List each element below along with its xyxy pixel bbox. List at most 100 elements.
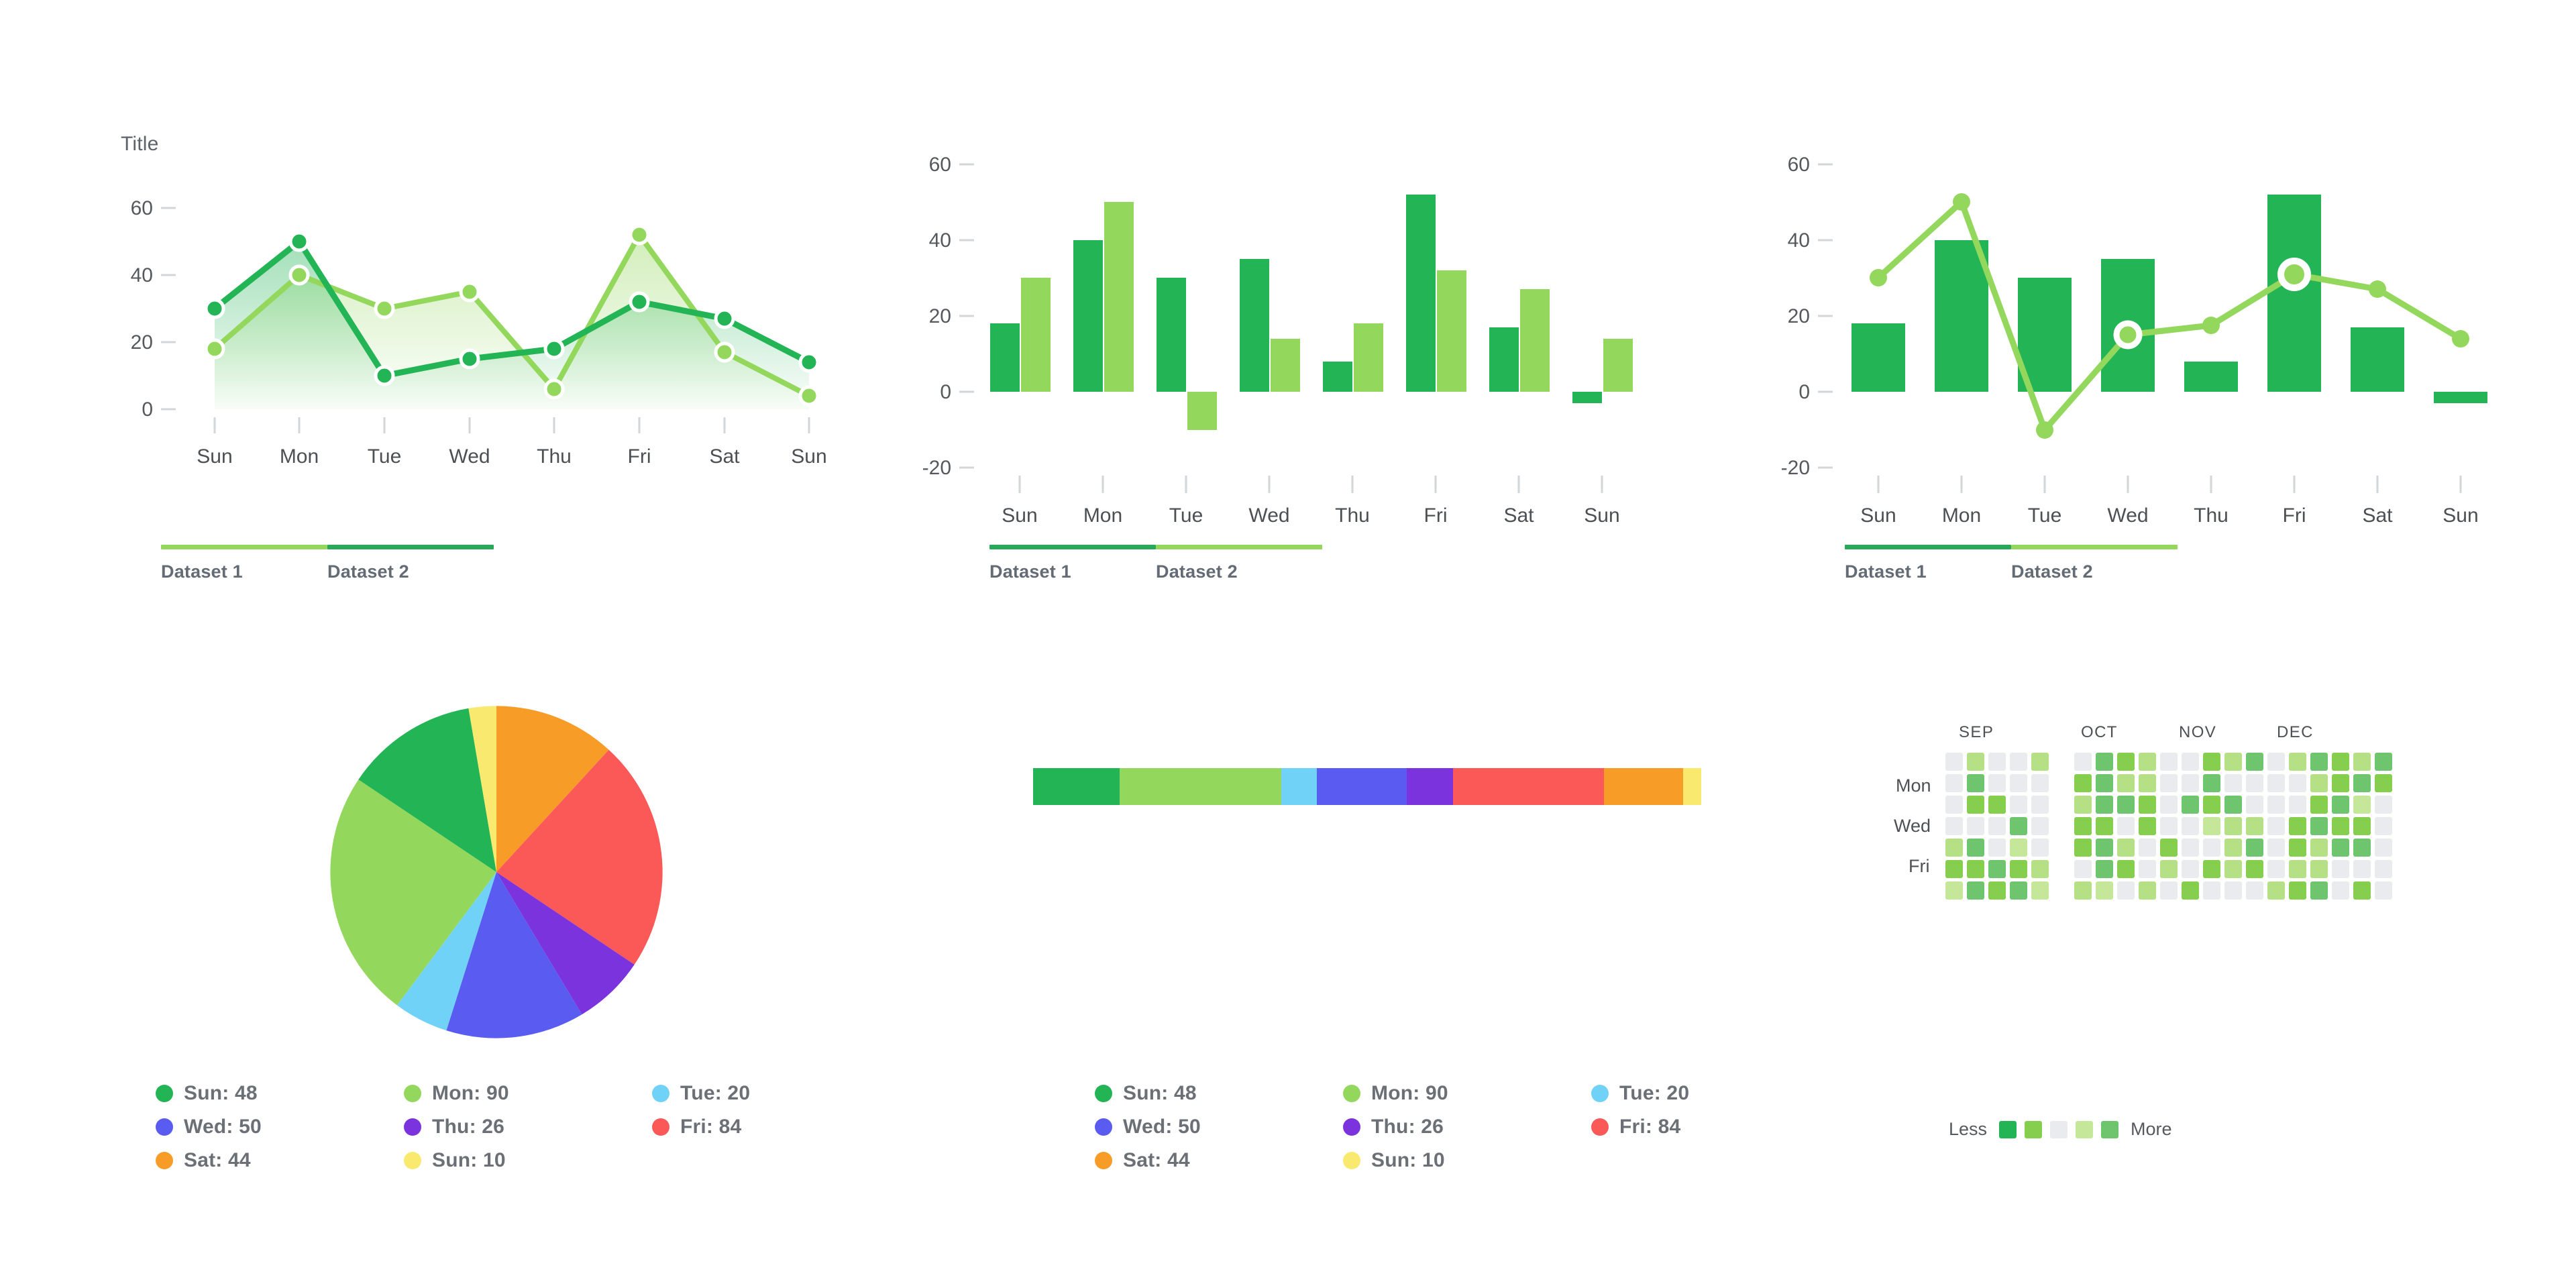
heatmap-cell[interactable]	[2203, 753, 2220, 771]
heatmap-cell[interactable]	[2246, 817, 2263, 835]
legend-swatch-dataset2[interactable]	[327, 545, 494, 549]
legend-label-dataset1[interactable]: Dataset 1	[161, 561, 327, 582]
heatmap-cell[interactable]	[2010, 839, 2027, 857]
stack-segment-fri-84[interactable]	[1453, 768, 1605, 805]
heatmap-cell[interactable]	[1988, 796, 2006, 814]
stack-segment-sun-48[interactable]	[1033, 768, 1120, 805]
heatmap-cell[interactable]	[2139, 817, 2156, 835]
legend-label-dataset2[interactable]: Dataset 2	[1156, 561, 1322, 582]
heatmap-cell[interactable]	[2353, 860, 2371, 878]
heatmap-cell[interactable]	[2096, 839, 2113, 857]
heatmap-cell[interactable]	[2010, 860, 2027, 878]
heatmap-cell[interactable]	[2031, 817, 2049, 835]
heatmap-cell[interactable]	[2160, 839, 2178, 857]
heatmap-cell[interactable]	[2053, 753, 2070, 771]
heatmap-cell[interactable]	[2053, 774, 2070, 792]
heatmap-cell[interactable]	[2182, 881, 2199, 900]
heatmap-cell[interactable]	[2139, 774, 2156, 792]
heatmap-cell[interactable]	[2053, 881, 2070, 900]
heatmap-cell[interactable]	[2267, 774, 2285, 792]
legend-label-dataset1[interactable]: Dataset 1	[1845, 561, 2011, 582]
heatmap-cell[interactable]	[2053, 817, 2070, 835]
heatmap-cell[interactable]	[2246, 774, 2263, 792]
heatmap-cell[interactable]	[1967, 774, 1984, 792]
heatmap-cell[interactable]	[2117, 796, 2135, 814]
heatmap-cell[interactable]	[2031, 860, 2049, 878]
heatmap-cell[interactable]	[2203, 881, 2220, 900]
legend-item-wed-50[interactable]: Wed: 50	[156, 1110, 404, 1144]
heatmap-cell[interactable]	[2182, 860, 2199, 878]
heatmap-cell[interactable]	[2224, 881, 2242, 900]
heatmap-cell[interactable]	[2353, 881, 2371, 900]
heatmap-cell[interactable]	[2010, 753, 2027, 771]
stack-segment-wed-50[interactable]	[1317, 768, 1407, 805]
heatmap-cell[interactable]	[1945, 753, 1963, 771]
heatmap-cell[interactable]	[2353, 753, 2371, 771]
heatmap-cell[interactable]	[2139, 796, 2156, 814]
heatmap-cell[interactable]	[2139, 839, 2156, 857]
heatmap-cell[interactable]	[2332, 860, 2349, 878]
legend-item-thu-26[interactable]: Thu: 26	[404, 1110, 652, 1144]
heatmap-cell[interactable]	[2332, 817, 2349, 835]
heatmap-cell[interactable]	[2375, 753, 2392, 771]
heatmap-cell[interactable]	[2224, 839, 2242, 857]
heatmap-cell[interactable]	[1945, 881, 1963, 900]
heatmap-cell[interactable]	[2117, 817, 2135, 835]
stack-segment-thu-26[interactable]	[1406, 768, 1454, 805]
heatmap-cell[interactable]	[2332, 881, 2349, 900]
heatmap-cell[interactable]	[2267, 881, 2285, 900]
heatmap-cell[interactable]	[2074, 753, 2092, 771]
heatmap-cell[interactable]	[2182, 796, 2199, 814]
heatmap-cell[interactable]	[2096, 881, 2113, 900]
heatmap-cell[interactable]	[2182, 817, 2199, 835]
heatmap-cell[interactable]	[2203, 774, 2220, 792]
heatmap-cell[interactable]	[2310, 817, 2328, 835]
heatmap-cell[interactable]	[2353, 774, 2371, 792]
heatmap-cell[interactable]	[2289, 839, 2306, 857]
heatmap-cell[interactable]	[2074, 860, 2092, 878]
legend-swatch-dataset1[interactable]	[161, 545, 327, 549]
heatmap-cell[interactable]	[1967, 753, 1984, 771]
heatmap-cell[interactable]	[2310, 860, 2328, 878]
heatmap-cell[interactable]	[1967, 839, 1984, 857]
heatmap-cell[interactable]	[1988, 753, 2006, 771]
heatmap-cell[interactable]	[2246, 860, 2263, 878]
heatmap-cell[interactable]	[2139, 860, 2156, 878]
heatmap-cell[interactable]	[2031, 839, 2049, 857]
heatmap-cell[interactable]	[2332, 839, 2349, 857]
heatmap-cell[interactable]	[2267, 753, 2285, 771]
legend-item-sun-48[interactable]: Sun: 48	[1095, 1077, 1343, 1110]
heatmap-cell[interactable]	[2074, 817, 2092, 835]
heatmap-cell[interactable]	[2332, 774, 2349, 792]
heatmap-cell[interactable]	[2375, 817, 2392, 835]
legend-item-sun-48[interactable]: Sun: 48	[156, 1077, 404, 1110]
heatmap-cell[interactable]	[2160, 881, 2178, 900]
heatmap-cell[interactable]	[2074, 881, 2092, 900]
heatmap-cell[interactable]	[1945, 839, 1963, 857]
legend-item-mon-90[interactable]: Mon: 90	[1343, 1077, 1591, 1110]
legend-item-sun-10[interactable]: Sun: 10	[404, 1144, 652, 1177]
heatmap-cell[interactable]	[2096, 774, 2113, 792]
heatmap-cell[interactable]	[1988, 860, 2006, 878]
heatmap-cell[interactable]	[2160, 860, 2178, 878]
legend-swatch-dataset1[interactable]	[1845, 545, 2011, 549]
heatmap-cell[interactable]	[2353, 796, 2371, 814]
legend-item-wed-50[interactable]: Wed: 50	[1095, 1110, 1343, 1144]
heatmap-cell[interactable]	[2375, 881, 2392, 900]
heatmap-cell[interactable]	[2074, 839, 2092, 857]
legend-item-mon-90[interactable]: Mon: 90	[404, 1077, 652, 1110]
heatmap-cell[interactable]	[2375, 796, 2392, 814]
heatmap-cell[interactable]	[2117, 881, 2135, 900]
heatmap-cell[interactable]	[1967, 817, 1984, 835]
heatmap-cell[interactable]	[2203, 860, 2220, 878]
heatmap-cell[interactable]	[2117, 839, 2135, 857]
heatmap-cell[interactable]	[1945, 817, 1963, 835]
heatmap-cell[interactable]	[2224, 753, 2242, 771]
heatmap-cell[interactable]	[2267, 860, 2285, 878]
heatmap-cell[interactable]	[2246, 753, 2263, 771]
heatmap-cell[interactable]	[2074, 774, 2092, 792]
heatmap-cell[interactable]	[1967, 881, 1984, 900]
heatmap-cell[interactable]	[2289, 796, 2306, 814]
stack-segment-tue-20[interactable]	[1281, 768, 1317, 805]
heatmap-cell[interactable]	[1988, 839, 2006, 857]
